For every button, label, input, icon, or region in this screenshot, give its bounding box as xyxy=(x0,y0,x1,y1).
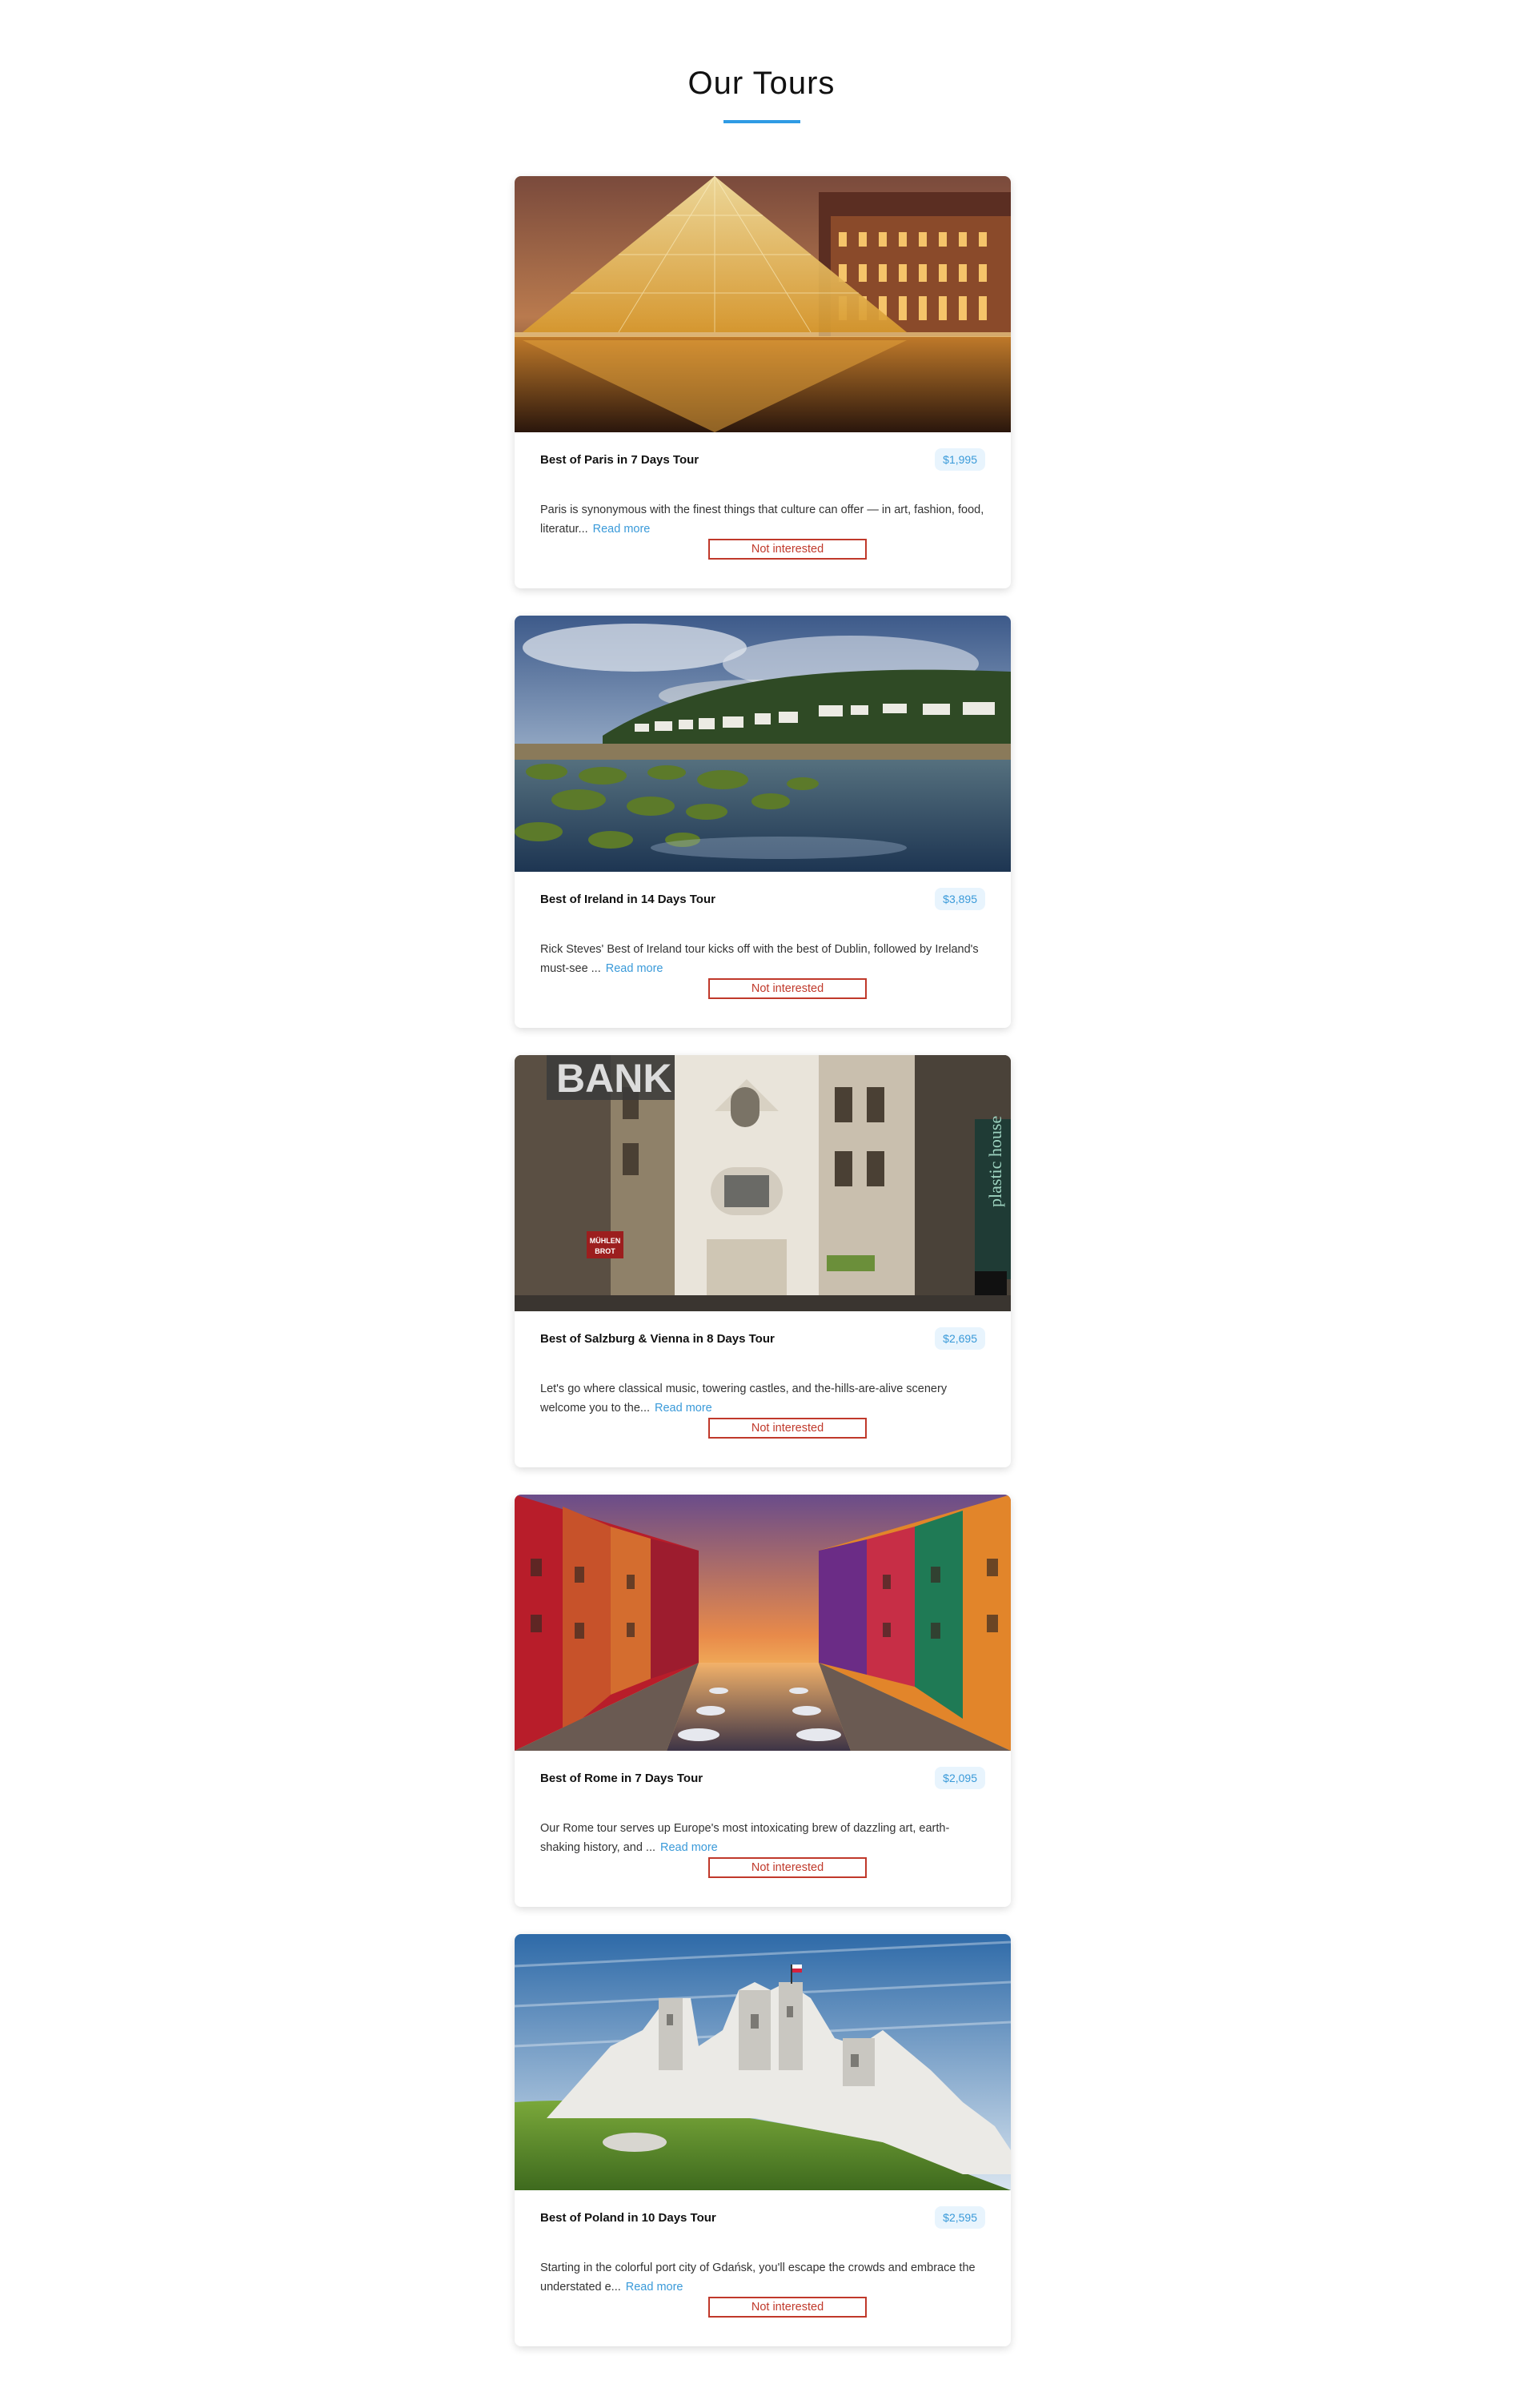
tour-card: Best of Poland in 10 Days Tour $2,595 St… xyxy=(515,1934,1011,2346)
tour-card-header: Best of Paris in 7 Days Tour $1,995 xyxy=(540,447,985,474)
tour-name: Best of Salzburg & Vienna in 8 Days Tour xyxy=(540,1332,775,1346)
tour-description: Starting in the colorful port city of Gd… xyxy=(540,2258,985,2297)
section-title: Our Tours xyxy=(687,66,836,101)
read-more-button[interactable]: Read more xyxy=(650,1402,712,1415)
tour-card: Best of Ireland in 14 Days Tour $3,895 R… xyxy=(515,616,1011,1028)
shop-sign-text: MÜHLEN xyxy=(590,1237,621,1245)
svg-text:BROT: BROT xyxy=(595,1247,615,1255)
tour-name: Best of Poland in 10 Days Tour xyxy=(540,2211,716,2225)
tour-card-header: Best of Poland in 10 Days Tour $2,595 xyxy=(540,2205,985,2232)
tour-name: Best of Ireland in 14 Days Tour xyxy=(540,893,715,906)
tour-price-badge: $3,895 xyxy=(935,888,985,910)
tour-description: Let's go where classical music, towering… xyxy=(540,1379,985,1418)
tour-card: Best of Rome in 7 Days Tour $2,095 Our R… xyxy=(515,1495,1011,1907)
tour-price-badge: $2,595 xyxy=(935,2206,985,2229)
tour-name: Best of Paris in 7 Days Tour xyxy=(540,453,699,467)
tour-price-badge: $2,095 xyxy=(935,1767,985,1789)
tour-image-ireland xyxy=(515,616,1011,872)
tour-image-rome xyxy=(515,1495,1011,1751)
not-interested-button[interactable]: Not interested xyxy=(708,978,867,999)
bank-sign-text: BANK xyxy=(556,1056,671,1101)
read-more-button[interactable]: Read more xyxy=(588,523,651,536)
tour-list: Best of Paris in 7 Days Tour $1,995 Pari… xyxy=(515,176,1011,2374)
tour-description: Rick Steves' Best of Ireland tour kicks … xyxy=(540,940,985,978)
read-more-button[interactable]: Read more xyxy=(621,2281,683,2294)
tour-card-header: Best of Rome in 7 Days Tour $2,095 xyxy=(540,1765,985,1792)
not-interested-button[interactable]: Not interested xyxy=(708,1418,867,1439)
title-underline xyxy=(723,120,800,123)
tour-price-badge: $1,995 xyxy=(935,448,985,471)
tour-image-poland xyxy=(515,1934,1011,2190)
tours-page: Our Tours Best of Paris in 7 Days Tour $… xyxy=(0,0,1523,2408)
tour-name: Best of Rome in 7 Days Tour xyxy=(540,1772,703,1785)
tour-card-header: Best of Salzburg & Vienna in 8 Days Tour… xyxy=(540,1326,985,1353)
read-more-button[interactable]: Read more xyxy=(655,1841,718,1854)
tour-price-badge: $2,695 xyxy=(935,1327,985,1350)
tour-description-text: Starting in the colorful port city of Gd… xyxy=(540,2261,976,2294)
tour-card: Best of Paris in 7 Days Tour $1,995 Pari… xyxy=(515,176,1011,588)
tour-description: Our Rome tour serves up Europe's most in… xyxy=(540,1819,985,1857)
plastic-house-sign-text: plastic house xyxy=(985,1116,1005,1207)
read-more-button[interactable]: Read more xyxy=(601,962,663,975)
tour-description-text: Let's go where classical music, towering… xyxy=(540,1382,948,1415)
tour-description: Paris is synonymous with the finest thin… xyxy=(540,500,985,539)
tour-image-salzburg-vienna: BANK MÜHLEN BROT plastic house xyxy=(515,1055,1011,1311)
tour-description-text: Our Rome tour serves up Europe's most in… xyxy=(540,1821,950,1854)
not-interested-button[interactable]: Not interested xyxy=(708,1857,867,1878)
not-interested-button[interactable]: Not interested xyxy=(708,2297,867,2318)
tour-card-header: Best of Ireland in 14 Days Tour $3,895 xyxy=(540,886,985,913)
tour-image-paris xyxy=(515,176,1011,432)
not-interested-button[interactable]: Not interested xyxy=(708,539,867,560)
tour-card: BANK MÜHLEN BROT plastic house Best of S… xyxy=(515,1055,1011,1467)
